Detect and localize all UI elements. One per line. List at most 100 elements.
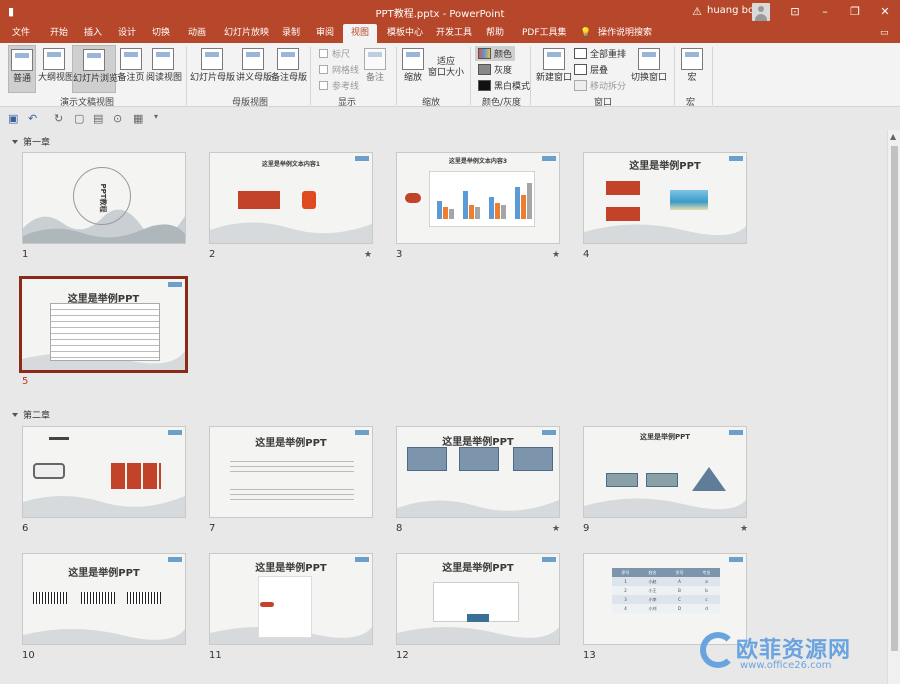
- qat-icon-4[interactable]: ▦: [133, 112, 143, 125]
- scroll-up-icon[interactable]: ▲: [890, 132, 896, 141]
- tab-transitions[interactable]: 切换: [148, 24, 174, 43]
- slide-thumbnail-9[interactable]: 这里是举例PPT: [583, 426, 747, 518]
- zoom-button[interactable]: 缩放: [400, 45, 426, 93]
- qat-icon-3[interactable]: ⊙: [113, 112, 122, 125]
- brand-logo: [729, 430, 743, 435]
- tab-view[interactable]: 视图: [343, 24, 377, 43]
- tab-file[interactable]: 文件: [8, 24, 34, 43]
- header-bar: [49, 437, 69, 440]
- normal-view-button[interactable]: 普通: [8, 45, 36, 93]
- collapse-triangle-icon: [12, 412, 18, 417]
- move-split-button[interactable]: 移动拆分: [574, 79, 626, 92]
- ppt-icon: [405, 193, 421, 203]
- table-header-cell: 姓名: [648, 569, 657, 575]
- brand-logo: [355, 557, 369, 562]
- slide-8-title: 这里是举例PPT: [442, 437, 514, 448]
- reading-view-icon: [152, 48, 174, 70]
- gridlines-checkbox[interactable]: 网格线: [319, 63, 359, 76]
- vertical-scrollbar[interactable]: ▲: [887, 130, 900, 684]
- section-header-1[interactable]: 第一章: [12, 135, 50, 148]
- slide-thumbnail-7[interactable]: 这里是举例PPT: [209, 426, 373, 518]
- section-header-2[interactable]: 第二章: [12, 408, 50, 421]
- bar-chart-illustration: [429, 171, 535, 227]
- maximize-icon[interactable]: ❐: [848, 4, 862, 18]
- tab-home[interactable]: 开始: [46, 24, 72, 43]
- black-white-button[interactable]: 黑白模式: [478, 79, 530, 92]
- slide-thumbnail-6[interactable]: [22, 426, 186, 518]
- slide-11-title: 这里是举例PPT: [255, 563, 327, 574]
- slide-thumbnail-4[interactable]: 这里是举例PPT: [583, 152, 747, 244]
- slide-thumbnail-2[interactable]: 这里是举例文本内容1: [209, 152, 373, 244]
- ribbon-display-icon[interactable]: ⊡: [788, 4, 802, 18]
- cascade-button[interactable]: 层叠: [574, 63, 608, 76]
- slide-sorter-button[interactable]: 幻灯片浏览: [72, 45, 118, 93]
- search-tell-me[interactable]: 操作说明搜索: [594, 24, 656, 43]
- switch-window-button[interactable]: 切换窗口: [630, 45, 668, 93]
- collapse-triangle-icon: [12, 139, 18, 144]
- comments-icon[interactable]: ▭: [876, 24, 893, 43]
- slide-thumbnail-10[interactable]: 这里是举例PPT: [22, 553, 186, 645]
- brand-logo: [168, 557, 182, 562]
- brand-logo: [729, 557, 743, 562]
- notes-icon: [364, 48, 386, 70]
- slide-thumbnail-3[interactable]: 这里是举例文本内容3: [396, 152, 560, 244]
- notes-page-button[interactable]: 备注页: [117, 45, 145, 93]
- avatar[interactable]: [752, 3, 770, 21]
- undo-icon[interactable]: ↶: [28, 112, 37, 125]
- tab-record[interactable]: 录制: [278, 24, 304, 43]
- color-button[interactable]: 颜色: [475, 46, 516, 61]
- ribbon-tabs: 文件 开始 插入 设计 切换 动画 幻灯片放映 录制 审阅 视图 模板中心 开发…: [0, 24, 900, 43]
- slide-master-button[interactable]: 幻灯片母版: [190, 45, 235, 93]
- save-icon[interactable]: ▣: [8, 112, 18, 125]
- slide-number-11: 11: [209, 650, 222, 661]
- landscape-illustration: [397, 500, 559, 517]
- tile-grid: [111, 463, 161, 489]
- lightbulb-icon[interactable]: 💡: [576, 24, 595, 43]
- slide-number-6: 6: [22, 523, 29, 534]
- slide-thumbnail-1[interactable]: PPT教程: [22, 152, 186, 244]
- brand-logo: [355, 430, 369, 435]
- slide-13-table: 序号 姓名 学号 专业 1 小赵 Aa 2 小王 Bb 3 小李 Cc 4 小刘 Dd: [612, 568, 720, 613]
- tab-developer[interactable]: 开发工具: [432, 24, 476, 43]
- slide-thumbnail-11[interactable]: 这里是举例PPT: [209, 553, 373, 645]
- macros-button[interactable]: 宏: [680, 45, 704, 93]
- arrange-all-button[interactable]: 全部重排: [574, 47, 626, 60]
- minimize-icon[interactable]: –: [818, 4, 832, 18]
- scrollbar-thumb[interactable]: [891, 146, 898, 651]
- guides-checkbox[interactable]: 参考线: [319, 79, 359, 92]
- notes-button[interactable]: 备注: [362, 45, 388, 93]
- reading-view-button[interactable]: 阅读视图: [146, 45, 182, 93]
- tab-animations[interactable]: 动画: [184, 24, 210, 43]
- user-name[interactable]: huang bo: [707, 5, 754, 16]
- slide-thumbnail-12[interactable]: 这里是举例PPT: [396, 553, 560, 645]
- warning-icon[interactable]: ⚠: [690, 4, 704, 18]
- tab-review[interactable]: 审阅: [312, 24, 338, 43]
- tab-insert[interactable]: 插入: [80, 24, 106, 43]
- tab-help[interactable]: 帮助: [482, 24, 508, 43]
- slide-number-4: 4: [583, 249, 590, 260]
- redo-icon[interactable]: ↻: [54, 112, 63, 125]
- customize-qat-icon[interactable]: ▾: [154, 112, 158, 121]
- notes-master-button[interactable]: 备注母版: [271, 45, 307, 93]
- handout-master-button[interactable]: 讲义母版: [236, 45, 272, 93]
- slide-thumbnail-8[interactable]: 这里是举例PPT: [396, 426, 560, 518]
- slide-sorter-pane: 第一章 PPT教程 1 这里是举例文本内容1 2 ★ 这里是举例文本内容3 3 …: [0, 130, 887, 684]
- tab-template-center[interactable]: 模板中心: [383, 24, 427, 43]
- tab-slideshow[interactable]: 幻灯片放映: [220, 24, 273, 43]
- slide-9-title: 这里是举例PPT: [639, 433, 691, 441]
- slide-thumbnail-5[interactable]: 这里是举例PPT: [19, 276, 188, 373]
- tab-pdf-tools[interactable]: PDF工具集: [518, 24, 571, 43]
- slide-sorter-icon: [83, 49, 105, 71]
- office-logo-block: [302, 191, 316, 209]
- ruler-checkbox[interactable]: 标尺: [319, 47, 350, 60]
- grayscale-button[interactable]: 灰度: [478, 63, 512, 76]
- new-window-button[interactable]: 新建窗口: [536, 45, 572, 93]
- qat-icon-2[interactable]: ▤: [93, 112, 103, 125]
- ppt-block-2: [606, 207, 640, 221]
- tab-design[interactable]: 设计: [114, 24, 140, 43]
- outline-view-button[interactable]: 大纲视图: [38, 45, 74, 93]
- barcode-2: [81, 592, 115, 604]
- qat-icon-1[interactable]: ▢: [74, 112, 84, 125]
- brand-logo: [542, 557, 556, 562]
- close-icon[interactable]: ✕: [878, 4, 892, 18]
